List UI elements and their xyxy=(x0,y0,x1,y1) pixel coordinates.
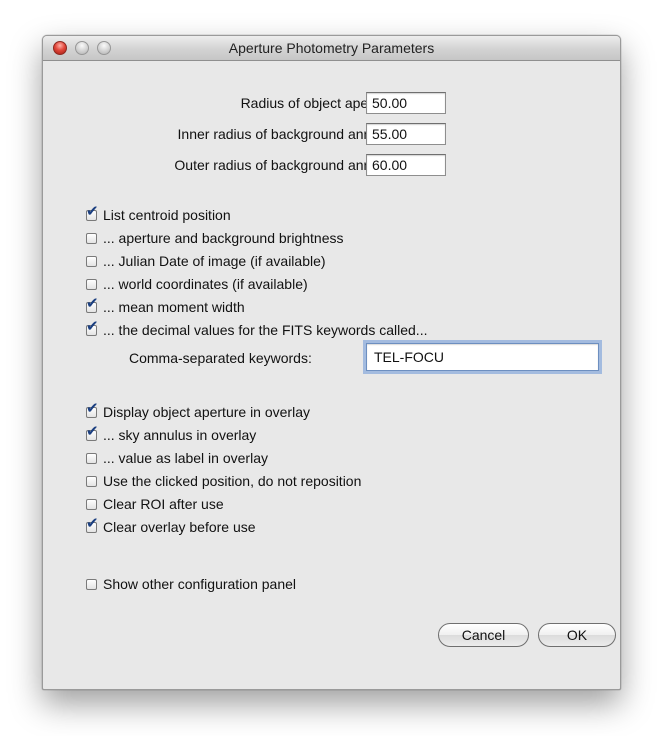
checkmark-icon: ✔ xyxy=(86,294,99,312)
aperture-brightness-checkbox[interactable] xyxy=(86,232,97,244)
other-panel-checkbox-row[interactable]: Show other configuration panel xyxy=(86,575,296,593)
mean-moment-width-checkbox[interactable]: ✔ xyxy=(86,296,99,313)
sky-annulus-label: ... sky annulus in overlay xyxy=(103,427,257,443)
value-label-checkbox[interactable] xyxy=(86,452,97,464)
dialog-window: Aperture Photometry Parameters Radius of… xyxy=(42,35,621,690)
window-title: Aperture Photometry Parameters xyxy=(228,40,435,56)
other-panel-checkbox[interactable] xyxy=(86,578,97,590)
fits-keywords-checkbox-row[interactable]: ✔ ... the decimal values for the FITS ke… xyxy=(86,319,428,339)
mean-moment-width-label: ... mean moment width xyxy=(103,299,245,315)
clear-overlay-checkbox-row[interactable]: ✔ Clear overlay before use xyxy=(86,516,256,536)
clear-overlay-checkbox[interactable]: ✔ xyxy=(86,516,99,533)
keywords-input[interactable] xyxy=(366,343,599,371)
world-coordinates-checkbox[interactable] xyxy=(86,278,97,290)
mean-moment-width-checkbox-row[interactable]: ✔ ... mean moment width xyxy=(86,296,245,316)
clear-roi-checkbox[interactable] xyxy=(86,498,97,510)
value-label-checkbox-row[interactable]: ... value as label in overlay xyxy=(86,449,268,467)
julian-date-checkbox-row[interactable]: ... Julian Date of image (if available) xyxy=(86,252,326,270)
list-centroid-checkbox[interactable]: ✔ xyxy=(86,204,99,221)
dialog-content: Radius of object aperture Inner radius o… xyxy=(43,61,620,689)
checkmark-icon: ✔ xyxy=(86,399,99,417)
value-label-label: ... value as label in overlay xyxy=(103,450,268,466)
fits-keywords-label: ... the decimal values for the FITS keyw… xyxy=(103,322,428,338)
ok-button[interactable]: OK xyxy=(538,623,616,647)
sky-annulus-checkbox-row[interactable]: ✔ ... sky annulus in overlay xyxy=(86,424,257,444)
clear-roi-checkbox-row[interactable]: Clear ROI after use xyxy=(86,495,224,513)
clicked-position-checkbox-row[interactable]: Use the clicked position, do not reposit… xyxy=(86,472,361,490)
title-bar[interactable]: Aperture Photometry Parameters xyxy=(43,36,620,61)
outer-annulus-radius-input[interactable] xyxy=(366,154,446,176)
world-coordinates-checkbox-row[interactable]: ... world coordinates (if available) xyxy=(86,275,308,293)
world-coordinates-label: ... world coordinates (if available) xyxy=(103,276,308,292)
other-panel-label: Show other configuration panel xyxy=(103,576,297,592)
julian-date-label: ... Julian Date of image (if available) xyxy=(103,253,326,269)
aperture-brightness-checkbox-row[interactable]: ... aperture and background brightness xyxy=(86,229,344,247)
keywords-label: Comma-separated keywords: xyxy=(129,350,312,366)
checkmark-icon: ✔ xyxy=(86,202,99,220)
display-aperture-label: Display object aperture in overlay xyxy=(103,404,310,420)
inner-annulus-radius-input[interactable] xyxy=(366,123,446,145)
list-centroid-checkbox-row[interactable]: ✔ List centroid position xyxy=(86,204,231,224)
inner-annulus-radius-label: Inner radius of background annulus xyxy=(177,126,397,142)
display-aperture-checkbox-row[interactable]: ✔ Display object aperture in overlay xyxy=(86,401,310,421)
checkmark-icon: ✔ xyxy=(86,514,99,532)
clear-roi-label: Clear ROI after use xyxy=(103,496,224,512)
display-aperture-checkbox[interactable]: ✔ xyxy=(86,401,99,418)
aperture-brightness-label: ... aperture and background brightness xyxy=(103,230,344,246)
checkmark-icon: ✔ xyxy=(86,422,99,440)
sky-annulus-checkbox[interactable]: ✔ xyxy=(86,424,99,441)
clicked-position-label: Use the clicked position, do not reposit… xyxy=(103,473,362,489)
list-centroid-label: List centroid position xyxy=(103,207,231,223)
cancel-button[interactable]: Cancel xyxy=(438,623,529,647)
outer-annulus-radius-label: Outer radius of background annulus xyxy=(174,157,397,173)
fits-keywords-checkbox[interactable]: ✔ xyxy=(86,319,99,336)
julian-date-checkbox[interactable] xyxy=(86,255,97,267)
clear-overlay-label: Clear overlay before use xyxy=(103,519,256,535)
checkmark-icon: ✔ xyxy=(86,317,99,335)
object-aperture-radius-input[interactable] xyxy=(366,92,446,114)
clicked-position-checkbox[interactable] xyxy=(86,475,97,487)
